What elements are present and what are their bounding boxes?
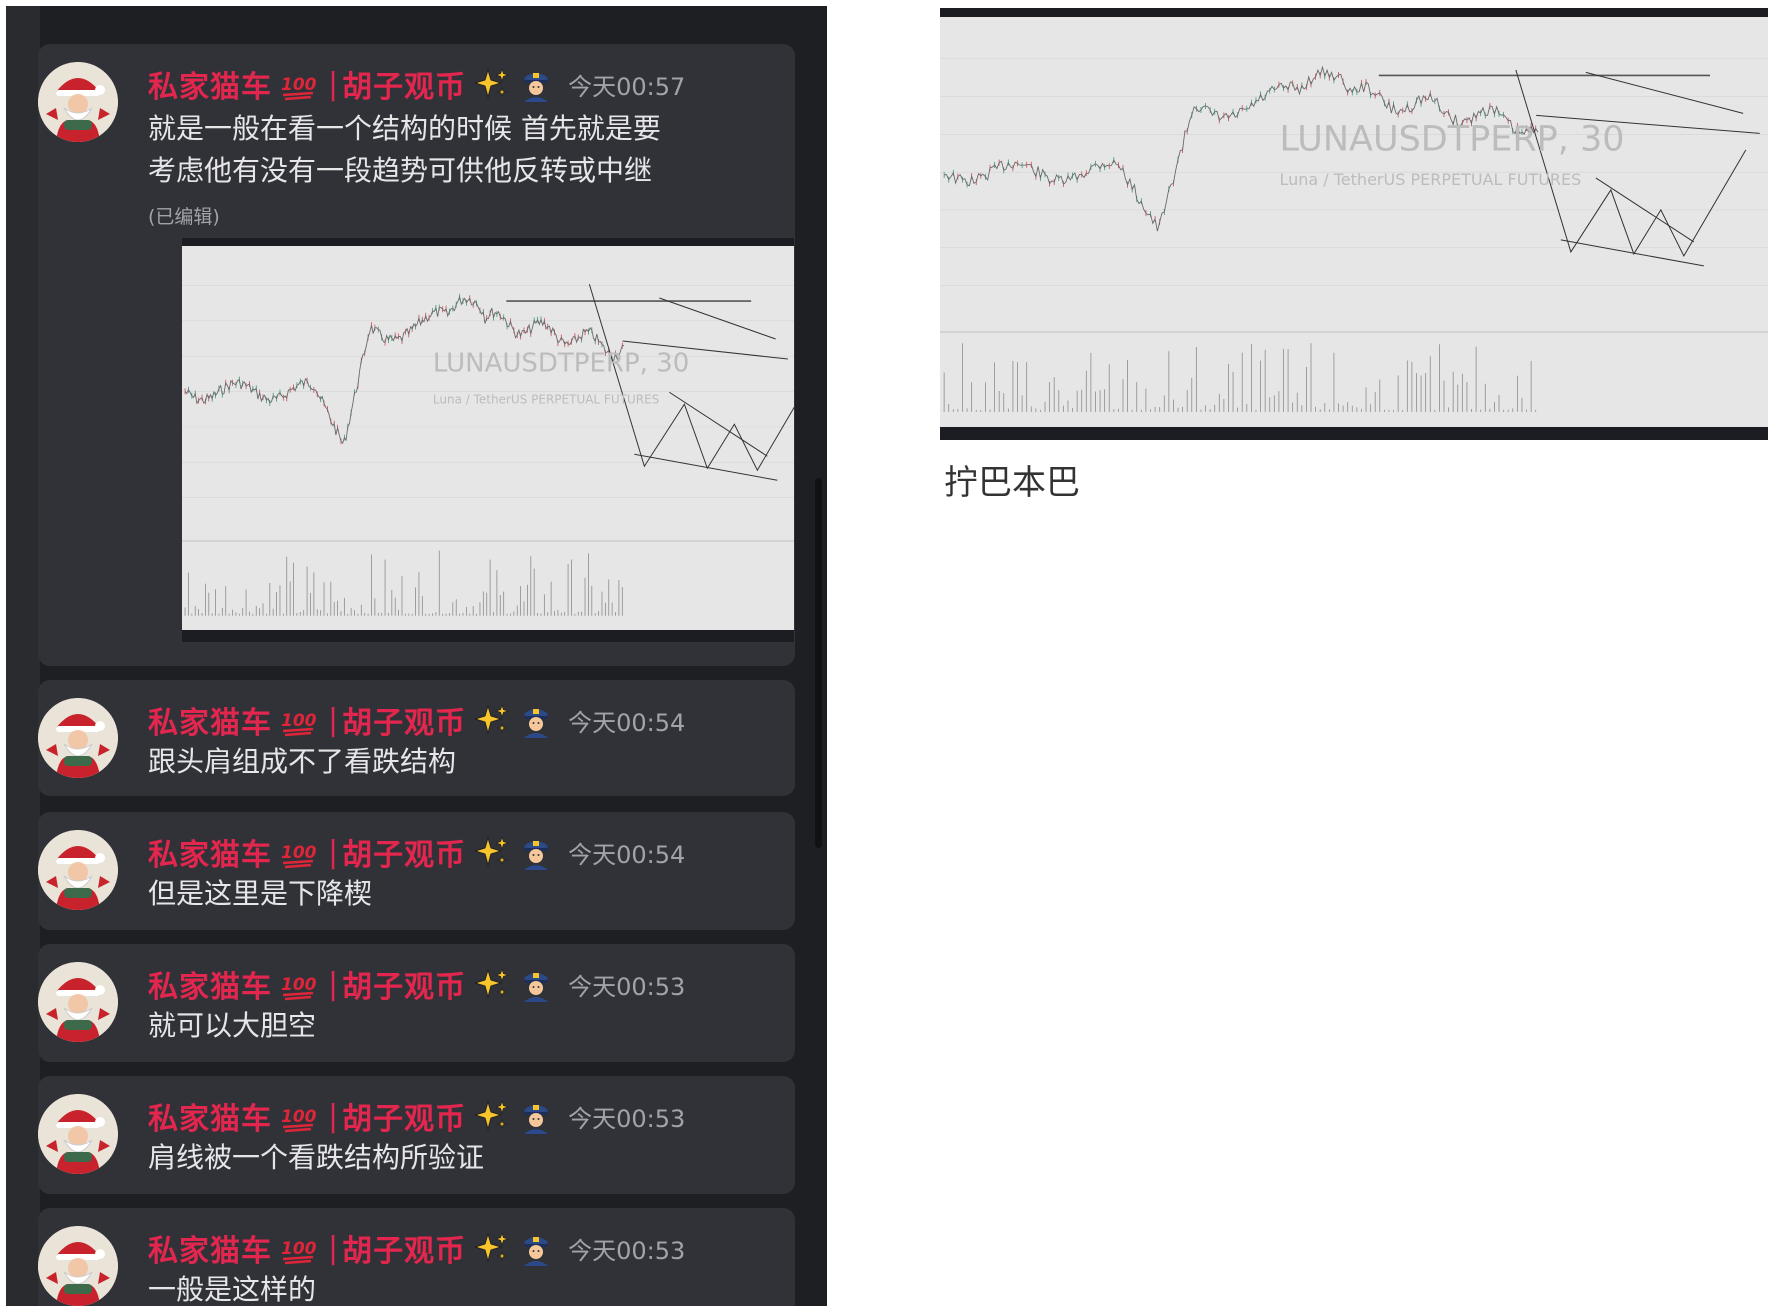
author-name[interactable]: 私家猫车	[148, 1226, 272, 1270]
timestamp: 今天00:54	[568, 840, 686, 869]
sparkles-icon	[473, 966, 510, 1002]
chart-attachment[interactable]: LUNAUSDTPERP, 30 Luna / TetherUS PERPETUA…	[182, 238, 794, 642]
author-name[interactable]: 私家猫车	[148, 962, 272, 1006]
police-officer-icon	[518, 66, 554, 102]
name-separator: |	[328, 66, 339, 102]
author-name[interactable]: 私家猫车	[148, 1094, 272, 1138]
hundred-points-icon: 100	[280, 1098, 317, 1134]
chart-subtitle-watermark: Luna / TetherUS PERPETUAL FUTURES	[433, 393, 659, 407]
message-text: 跟头肩组成不了看跌结构	[148, 745, 457, 778]
message-text: 就可以大胆空	[148, 1009, 317, 1042]
message-text: 就是一般在看一个结构的时候 首先就是要	[148, 112, 661, 145]
scrollbar[interactable]	[815, 478, 822, 848]
author-role[interactable]: 胡子观币	[342, 698, 466, 742]
hundred-points-icon: 100	[280, 702, 317, 738]
chat-panel: 私家猫车 100 | 胡子观币 今天00:57 就是一般在看一个结构的时候 首先…	[6, 6, 827, 1306]
author-name[interactable]: 私家猫车	[148, 62, 272, 106]
timestamp: 今天00:53	[568, 1104, 686, 1133]
hundred-points-icon: 100	[280, 834, 317, 870]
name-separator: |	[328, 1098, 339, 1134]
avatar[interactable]	[38, 830, 118, 910]
author-role[interactable]: 胡子观币	[342, 1094, 466, 1138]
name-separator: |	[328, 834, 339, 870]
message-header: 私家猫车 100 | 胡子观币 今天00:57	[148, 62, 686, 106]
message-header: 私家猫车 100 | 胡子观币 今天00:53	[148, 1226, 686, 1270]
author-name[interactable]: 私家猫车	[148, 698, 272, 742]
chart-subtitle-watermark: Luna / TetherUS PERPETUAL FUTURES	[1279, 170, 1581, 189]
timestamp: 今天00:53	[568, 972, 686, 1001]
sidebar-strip	[6, 6, 40, 1306]
message-header: 私家猫车 100 | 胡子观币 今天00:53	[148, 962, 686, 1006]
avatar[interactable]	[38, 962, 118, 1042]
author-name[interactable]: 私家猫车	[148, 830, 272, 874]
timestamp: 今天00:54	[568, 708, 686, 737]
avatar[interactable]	[38, 698, 118, 778]
avatar[interactable]	[38, 62, 118, 142]
hundred-points-icon: 100	[280, 1230, 317, 1266]
message-text: 考虑他有没有一段趋势可供他反转或中继	[148, 154, 653, 187]
timestamp: 今天00:53	[568, 1236, 686, 1265]
avatar[interactable]	[38, 1226, 118, 1306]
message-header: 私家猫车 100 | 胡子观币 今天00:53	[148, 1094, 686, 1138]
timestamp: 今天00:57	[568, 72, 686, 101]
police-officer-icon	[518, 1230, 554, 1266]
author-role[interactable]: 胡子观币	[342, 62, 466, 106]
name-separator: |	[328, 702, 339, 738]
author-role[interactable]: 胡子观币	[342, 1226, 466, 1270]
police-officer-icon	[518, 966, 554, 1002]
chart-symbol-watermark: LUNAUSDTPERP, 30	[433, 348, 689, 378]
message-header: 私家猫车 100 | 胡子观币 今天00:54	[148, 698, 686, 742]
message-text: 肩线被一个看跌结构所验证	[148, 1141, 485, 1174]
sparkles-icon	[473, 1098, 510, 1134]
sparkles-icon	[473, 1230, 510, 1266]
message-text: 但是这里是下降楔	[148, 877, 373, 910]
chart-image[interactable]: LUNAUSDTPERP, 30 Luna / TetherUS PERPETUA…	[940, 8, 1768, 440]
name-separator: |	[328, 966, 339, 1002]
author-role[interactable]: 胡子观币	[342, 962, 466, 1006]
avatar[interactable]	[38, 1094, 118, 1174]
police-officer-icon	[518, 1098, 554, 1134]
author-role[interactable]: 胡子观币	[342, 830, 466, 874]
hundred-points-icon: 100	[280, 966, 317, 1002]
message-header: 私家猫车 100 | 胡子观币 今天00:54	[148, 830, 686, 874]
hundred-points-icon: 100	[280, 66, 317, 102]
image-caption: 拧巴本巴	[944, 463, 1080, 503]
sparkles-icon	[473, 66, 510, 102]
sparkles-icon	[473, 702, 510, 738]
police-officer-icon	[518, 834, 554, 870]
sparkles-icon	[473, 834, 510, 870]
message-text: 一般是这样的	[148, 1273, 317, 1306]
police-officer-icon	[518, 702, 554, 738]
edited-label: (已编辑)	[148, 206, 220, 228]
chart-symbol-watermark: LUNAUSDTPERP, 30	[1279, 120, 1624, 160]
name-separator: |	[328, 1230, 339, 1266]
